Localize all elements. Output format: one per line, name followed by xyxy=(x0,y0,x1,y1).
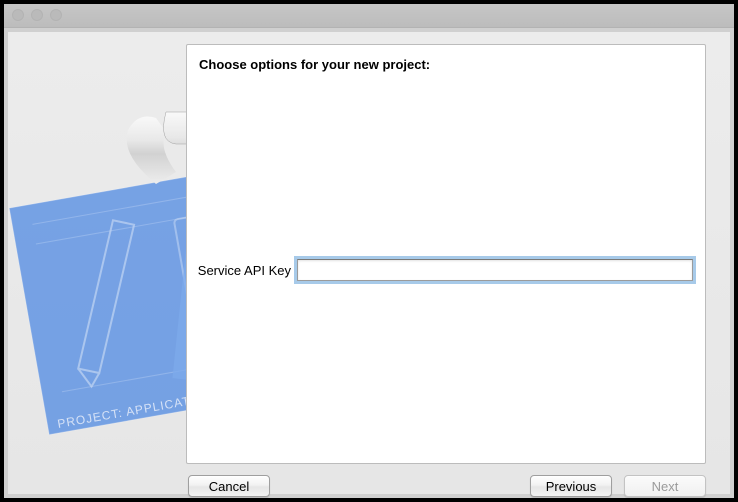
cancel-button[interactable]: Cancel xyxy=(188,475,270,497)
close-traffic-icon[interactable] xyxy=(12,9,24,21)
form-row-api-key: Service API Key xyxy=(187,259,693,281)
api-key-label: Service API Key xyxy=(187,263,291,278)
page-title: Choose options for your new project: xyxy=(199,57,430,72)
options-sheet: Choose options for your new project: Ser… xyxy=(186,44,706,464)
zoom-traffic-icon[interactable] xyxy=(50,9,62,21)
titlebar xyxy=(4,4,734,28)
minimize-traffic-icon[interactable] xyxy=(31,9,43,21)
api-key-input[interactable] xyxy=(297,259,693,281)
next-button[interactable]: Next xyxy=(624,475,706,497)
previous-button[interactable]: Previous xyxy=(530,475,612,497)
window-frame: PROJECT: APPLICATION APP XCODE xyxy=(0,0,738,502)
traffic-lights xyxy=(12,9,62,21)
button-row: Cancel Previous Next xyxy=(186,472,706,500)
content-area: PROJECT: APPLICATION APP XCODE xyxy=(8,32,730,494)
